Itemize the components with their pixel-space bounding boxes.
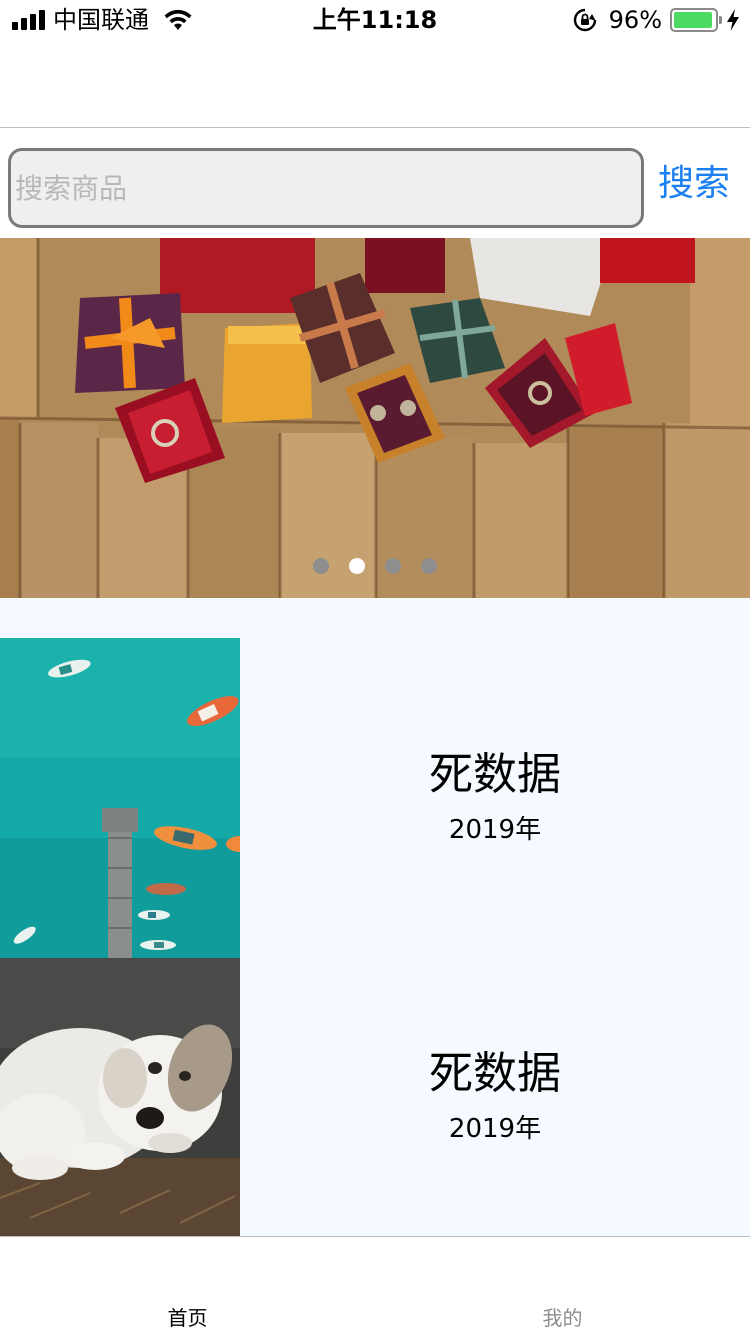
list-item[interactable]: 死数据 2019年 xyxy=(0,958,750,1236)
list-item[interactable]: 死数据 2019年 xyxy=(0,638,750,958)
item-thumbnail xyxy=(0,638,240,958)
banner-image-gift-boxes xyxy=(0,238,750,598)
item-thumbnail xyxy=(0,958,240,1236)
charging-bolt-icon xyxy=(727,9,739,31)
item-info: 死数据 2019年 xyxy=(240,638,750,958)
search-bar: 搜索 xyxy=(0,128,750,238)
thumbnail-image-boats xyxy=(0,638,240,958)
item-title: 死数据 xyxy=(429,1048,561,1099)
battery-icon xyxy=(670,8,722,32)
banner-carousel[interactable] xyxy=(0,238,750,598)
tab-mine[interactable]: 我的 xyxy=(375,1237,750,1334)
thumbnail-image-puppy xyxy=(0,958,240,1236)
item-info: 死数据 2019年 xyxy=(240,958,750,1236)
battery-percent: 96% xyxy=(608,6,662,34)
navigation-bar xyxy=(0,40,750,128)
rotation-lock-icon xyxy=(573,8,596,32)
status-right: 96% xyxy=(573,6,740,34)
item-title: 死数据 xyxy=(429,749,561,800)
carousel-dot[interactable] xyxy=(313,558,329,574)
product-list: 死数据 2019年 死数据 2019年 xyxy=(0,598,750,1236)
tab-mine-label: 我的 xyxy=(542,1306,583,1330)
carousel-dot[interactable] xyxy=(385,558,401,574)
carousel-dot[interactable] xyxy=(421,558,437,574)
item-date: 2019年 xyxy=(448,815,542,845)
search-button[interactable]: 搜索 xyxy=(658,156,738,212)
tab-home-label: 首页 xyxy=(167,1306,208,1330)
battery-level-fill xyxy=(674,12,713,28)
carousel-dot[interactable] xyxy=(349,558,365,574)
tab-home[interactable]: 首页 xyxy=(0,1237,375,1334)
search-input[interactable] xyxy=(8,148,644,228)
carousel-page-indicator[interactable] xyxy=(0,558,750,574)
tab-bar: 首页 我的 xyxy=(0,1236,750,1334)
status-bar: 中国联通 上午11:18 96% xyxy=(0,0,750,40)
item-date: 2019年 xyxy=(448,1114,542,1144)
